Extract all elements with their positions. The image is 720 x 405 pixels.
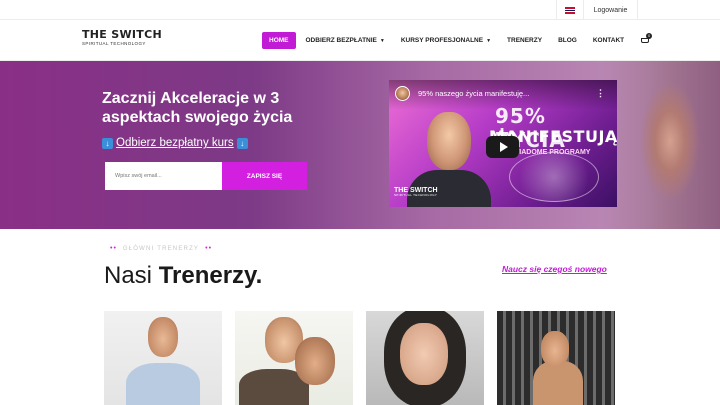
logo-title: THE SWITCH [82, 28, 162, 41]
nav-blog[interactable]: BLOG [558, 37, 577, 44]
section-title: Nasi Trenerzy. [104, 262, 262, 290]
trainer-photo-body [533, 361, 583, 405]
trainer-card[interactable] [497, 311, 615, 405]
presenter-head [427, 112, 471, 170]
play-icon [499, 142, 508, 152]
top-bar: Logowanie [0, 0, 720, 20]
video-title[interactable]: 95% naszego życia manifestuję... [418, 89, 529, 98]
cart-button[interactable]: 0 [640, 32, 653, 45]
section-title-light: Nasi [104, 262, 153, 289]
nav-free-label: ODBIERZ BEZPŁATNIE [305, 37, 377, 44]
arrow-down-icon: ↓ [236, 137, 248, 149]
nav-home-label: HOME [269, 37, 289, 44]
nav-courses-label: KURSY PROFESJONALNE [400, 37, 484, 44]
arrow-down-icon: ↓ [102, 137, 113, 149]
dots-icon: •• [110, 245, 117, 252]
trainer-card[interactable] [235, 311, 353, 405]
play-button[interactable] [486, 136, 519, 158]
page: Logowanie THE SWITCH SPIRITUAL TECHNOLOG… [0, 0, 720, 405]
logo-subtitle: SPIRITUAL TECHNOLOGY [82, 41, 146, 46]
login-link[interactable]: Logowanie [584, 0, 638, 20]
trainer-card[interactable] [104, 311, 222, 405]
channel-avatar[interactable] [395, 86, 410, 101]
nav-contact[interactable]: KONTAKT [593, 37, 624, 44]
nav-free[interactable]: ODBIERZ BEZPŁATNIE ▼ [306, 37, 385, 44]
video-player[interactable]: 95% ŻYCIA MANIFESTUJĄ ŚWIADOME PROGRAMY … [389, 80, 617, 207]
video-logo-subtitle: SPIRITUAL TECHNOLOGY [394, 193, 438, 197]
nav-blog-label: BLOG [558, 37, 577, 44]
language-switcher[interactable] [556, 0, 584, 20]
more-options-icon[interactable]: ⋮ [596, 88, 605, 99]
learn-something-link[interactable]: Naucz się czegoś nowego [502, 264, 607, 274]
main-nav: HOME ODBIERZ BEZPŁATNIE ▼ KURSY PROFESJO… [262, 32, 653, 49]
signup-form: Wpisz swój email... ZAPISZ SIĘ [105, 162, 307, 190]
free-course-link[interactable]: ↓ Odbierz bezpłatny kurs ↓ [102, 137, 248, 149]
hero-background-photo [600, 61, 720, 229]
chevron-down-icon: ▼ [379, 37, 385, 44]
chevron-down-icon: ▼ [486, 37, 492, 44]
hero-title: Zacznij Akceleracje w 3 aspektach swojeg… [102, 90, 293, 127]
email-input[interactable]: Wpisz swój email... [105, 162, 222, 190]
nav-trainers[interactable]: TRENERZY [507, 37, 542, 44]
site-logo[interactable]: THE SWITCH SPIRITUAL TECHNOLOGY [82, 29, 162, 47]
trainer-photo-head [295, 337, 335, 385]
section-kicker: •• GŁÓWNI TRENERZY •• [104, 245, 218, 252]
video-watermark-logo: THE SWITCH SPIRITUAL TECHNOLOGY [394, 187, 438, 197]
nav-home[interactable]: HOME [262, 32, 296, 49]
trainer-photo-head [400, 323, 448, 385]
video-overlay-line3: ŚWIADOME PROGRAMY [508, 149, 591, 156]
nav-trainers-label: TRENERZY [507, 37, 543, 44]
trainer-photo-head [541, 331, 569, 367]
hero-section: Zacznij Akceleracje w 3 aspektach swojeg… [0, 61, 720, 229]
brain-graphic [509, 152, 599, 202]
site-header: THE SWITCH SPIRITUAL TECHNOLOGY HOME ODB… [0, 20, 720, 61]
uk-flag-icon [565, 6, 575, 14]
nav-contact-label: KONTAKT [592, 37, 625, 44]
subscribe-button[interactable]: ZAPISZ SIĘ [222, 162, 307, 190]
trainer-photo-head [148, 317, 178, 357]
section-kicker-label: GŁÓWNI TRENERZY [122, 245, 200, 252]
cart-count-badge: 0 [646, 32, 653, 39]
nav-courses[interactable]: KURSY PROFESJONALNE ▼ [401, 37, 491, 44]
free-course-link-label: Odbierz bezpłatny kurs [116, 137, 234, 149]
dots-icon: •• [205, 245, 213, 252]
trainer-card[interactable] [366, 311, 484, 405]
section-title-bold: Trenerzy. [158, 262, 263, 289]
trainer-photo-body [126, 363, 200, 405]
